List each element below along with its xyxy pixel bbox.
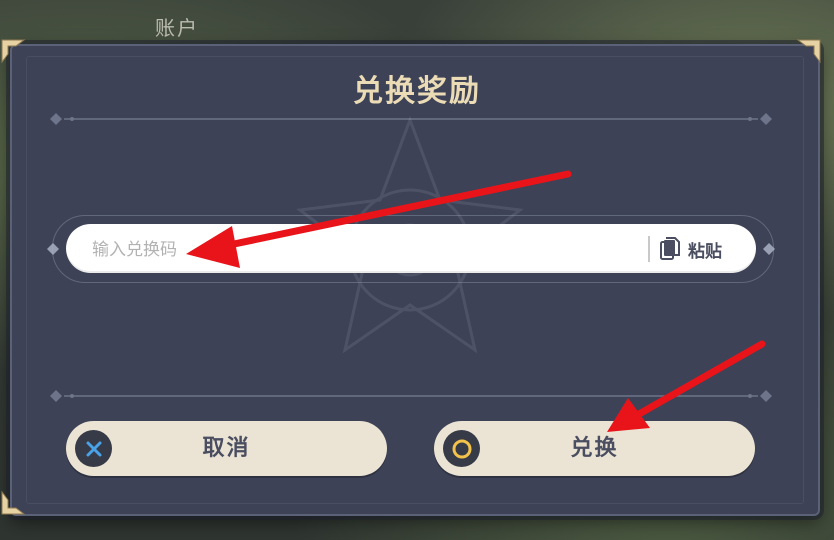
redeem-button[interactable]: 兑换	[434, 421, 755, 476]
account-tab-label: 账户	[155, 16, 199, 40]
corner-ornament-icon	[796, 39, 821, 64]
redeem-label: 兑换	[570, 436, 619, 461]
redeem-code-input-container: 粘贴	[66, 224, 756, 275]
divider-ornament	[50, 390, 772, 402]
dialog-title: 兑换奖励	[353, 74, 481, 109]
corner-ornament-icon	[1, 39, 26, 64]
cancel-button[interactable]: 取消	[66, 421, 387, 476]
paste-button[interactable]: 粘贴	[660, 232, 742, 266]
clipboard-icon	[660, 237, 680, 260]
redeem-code-input[interactable]	[90, 224, 634, 275]
cancel-label: 取消	[202, 436, 251, 461]
input-separator	[648, 236, 650, 262]
corner-ornament-icon	[1, 490, 26, 515]
paste-label: 粘贴	[688, 241, 722, 262]
